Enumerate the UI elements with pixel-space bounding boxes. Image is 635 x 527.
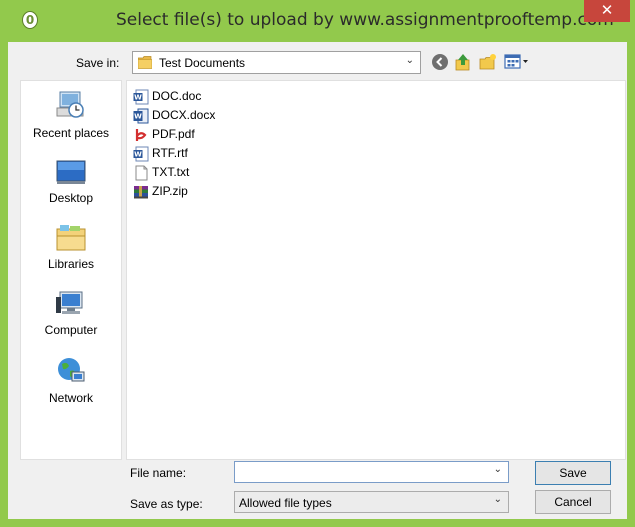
place-recent-places[interactable]: Recent places — [21, 88, 121, 140]
libraries-icon — [56, 225, 86, 251]
save-as-type-value: Allowed file types — [239, 496, 332, 510]
save-as-type-label: Save as type: — [130, 497, 203, 511]
chevron-down-icon[interactable]: ⌄ — [494, 464, 502, 475]
chevron-down-icon: ⌄ — [493, 494, 502, 505]
place-label: Libraries — [47, 257, 95, 271]
file-name: DOCX.docx — [152, 108, 216, 122]
save-in-dropdown[interactable]: Test Documents ⌄ — [132, 51, 421, 74]
close-button[interactable]: ✕ — [584, 0, 630, 22]
new-folder-icon[interactable] — [479, 53, 497, 71]
recent-places-icon — [56, 91, 84, 118]
desktop-icon — [56, 160, 86, 184]
file-name-input[interactable] — [239, 463, 479, 481]
folder-icon — [138, 56, 152, 69]
back-icon[interactable] — [431, 53, 449, 71]
place-label: Network — [48, 391, 93, 405]
place-libraries[interactable]: Libraries — [21, 223, 121, 271]
text-file-icon — [135, 165, 148, 181]
places-bar: Recent places Desktop Libraries Computer… — [20, 80, 122, 460]
word-docx-icon: W — [133, 108, 149, 124]
cancel-button[interactable]: Cancel — [535, 490, 611, 514]
file-name: PDF.pdf — [152, 127, 195, 141]
title-bar[interactable]: 0 Select file(s) to upload by www.assign… — [0, 0, 635, 42]
svg-text:W: W — [134, 113, 142, 121]
window-title: Select file(s) to upload by www.assignme… — [116, 10, 614, 30]
dialog-body: Save in: Test Documents ⌄ Recent places … — [8, 42, 627, 519]
file-name: TXT.txt — [152, 165, 190, 179]
save-in-label: Save in: — [76, 56, 120, 70]
up-folder-icon[interactable] — [454, 53, 472, 71]
current-folder-name: Test Documents — [159, 56, 246, 70]
zip-archive-icon — [134, 186, 148, 199]
save-button[interactable]: Save — [535, 461, 611, 485]
save-as-type-dropdown[interactable]: Allowed file types ⌄ — [234, 491, 509, 513]
pdf-icon — [134, 128, 148, 142]
file-name: DOC.doc — [152, 89, 202, 103]
computer-icon — [56, 291, 83, 314]
dialog-window: 0 Select file(s) to upload by www.assign… — [0, 0, 635, 527]
place-label: Computer — [44, 323, 98, 337]
view-menu-icon[interactable] — [504, 53, 532, 71]
file-name: RTF.rtf — [152, 146, 188, 160]
place-label: Desktop — [48, 191, 94, 205]
file-name: ZIP.zip — [152, 184, 188, 198]
word-doc-icon: W — [133, 89, 149, 105]
chevron-down-icon: ⌄ — [405, 55, 414, 66]
place-label: Recent places — [32, 126, 110, 140]
place-desktop[interactable]: Desktop — [21, 157, 121, 205]
file-list: W DOC.doc W DOCX.docx PDF.pdf W RTF.rtf … — [126, 80, 626, 460]
svg-text:W: W — [134, 94, 142, 102]
svg-text:W: W — [134, 151, 142, 159]
file-name-label: File name: — [130, 466, 187, 480]
app-icon: 0 — [22, 11, 38, 29]
place-computer[interactable]: Computer — [21, 289, 121, 337]
place-network[interactable]: Network — [21, 355, 121, 405]
file-name-combo[interactable]: ⌄ — [234, 461, 509, 483]
rtf-icon: W — [133, 146, 149, 162]
network-icon — [58, 358, 85, 382]
